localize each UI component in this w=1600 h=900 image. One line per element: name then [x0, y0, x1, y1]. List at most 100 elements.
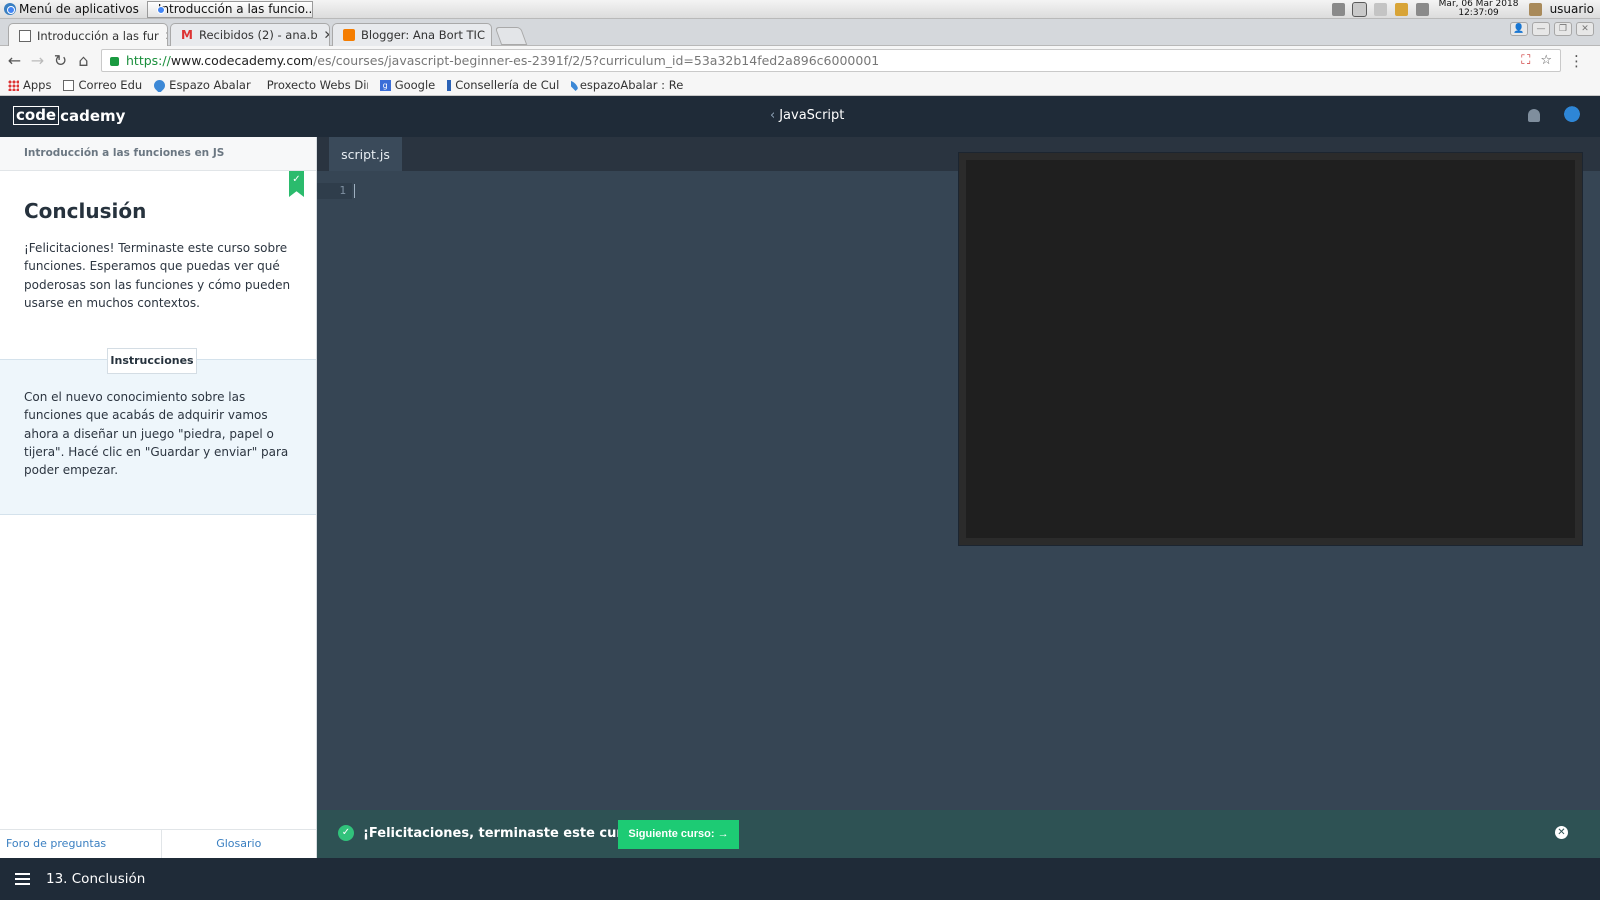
browser-tab-3[interactable]: Blogger: Ana Bort TIC ✕: [332, 23, 492, 46]
close-tab-icon[interactable]: ✕: [491, 28, 492, 42]
profile-icon[interactable]: 👤: [1510, 22, 1528, 36]
browser-tab-title: Introducción a las fur: [37, 28, 159, 43]
drop-icon: [154, 78, 168, 92]
applications-menu-label: Menú de aplicativos: [19, 2, 139, 16]
lesson-title: Conclusión: [24, 199, 147, 223]
bookmark-label: Consellería de Cul: [455, 78, 560, 92]
text-caret[interactable]: [354, 184, 355, 198]
translate-icon[interactable]: ⛶: [1521, 53, 1530, 68]
clock[interactable]: Mar, 06 Mar 2018 12:37:09: [1437, 0, 1521, 18]
bookmark-proxecto-webs[interactable]: Proxecto Webs Dir: [263, 78, 368, 92]
taskbar-window-label: Introducción a las funcio...: [157, 2, 313, 16]
browser-tab-title: Recibidos (2) - ana.b: [199, 28, 318, 42]
gmail-icon: M: [181, 28, 193, 42]
forward-icon[interactable]: →: [26, 51, 49, 70]
course-name: Introducción a las funciones en JS: [0, 137, 316, 171]
distro-logo-icon: [4, 3, 16, 15]
page-icon: [63, 79, 75, 91]
codecademy-logo[interactable]: code cademy: [13, 106, 125, 125]
browser-tab-1[interactable]: Introducción a las fur ✕: [8, 23, 168, 47]
new-tab-button[interactable]: [494, 27, 528, 45]
instructions-body: Con el nuevo conocimiento sobre las func…: [24, 390, 289, 478]
drop-icon: [571, 79, 580, 91]
back-icon[interactable]: ←: [3, 51, 26, 70]
browser-tab-title: Blogger: Ana Bort TIC: [361, 28, 485, 42]
bookmark-google[interactable]: g Google: [379, 78, 436, 92]
user-avatar-icon[interactable]: [1562, 106, 1582, 124]
hamburger-menu-icon[interactable]: [15, 873, 30, 885]
file-tab-script-js[interactable]: script.js: [329, 137, 402, 171]
bookmark-label: Correo Edu: [78, 78, 143, 92]
browser-tab-2[interactable]: M Recibidos (2) - ana.b ✕: [170, 23, 330, 46]
close-tab-icon[interactable]: ✕: [324, 28, 329, 42]
apps-grid-icon: [8, 79, 19, 91]
system-tray: Mar, 06 Mar 2018 12:37:09 usuario: [1331, 0, 1600, 19]
bookmark-label: Apps: [23, 78, 52, 92]
browser-menu-icon[interactable]: ⋮: [1569, 52, 1584, 70]
user-name[interactable]: usuario: [1550, 2, 1594, 16]
bookmark-star-icon[interactable]: ☆: [1540, 53, 1552, 68]
os-taskbar: Menú de aplicativos Introducción a las f…: [0, 0, 1600, 19]
bookmark-label: Google: [394, 78, 436, 92]
codecademy-header: code cademy ‹ JavaScript: [0, 96, 1600, 137]
home-icon[interactable]: ⌂: [72, 51, 95, 70]
instructions-label: Instrucciones: [107, 348, 197, 374]
network-icon[interactable]: [1331, 2, 1345, 16]
bookmark-espazo-abalar[interactable]: Espazo Abalar: [154, 78, 251, 92]
taskbar-window-button[interactable]: Introducción a las funcio...: [146, 0, 313, 18]
url-host: www.codecademy.com: [170, 53, 314, 68]
document-icon: [19, 29, 31, 42]
browser-tab-strip: Introducción a las fur ✕ M Recibidos (2)…: [0, 19, 1600, 47]
bookmark-espazoabalar-re[interactable]: espazoAbalar : Re: [571, 78, 683, 92]
lesson-body: ¡Felicitaciones! Terminaste este curso s…: [24, 241, 291, 310]
success-message: ¡Felicitaciones, terminaste este curso!: [363, 826, 646, 841]
url-scheme: https://: [126, 53, 171, 68]
bookmark-correo-edu[interactable]: Correo Edu: [63, 78, 142, 92]
maximize-icon[interactable]: ❐: [1554, 22, 1572, 36]
bookmark-label: Espazo Abalar: [169, 78, 251, 92]
code-editor-area: script.js 1 ✓ ¡Felicitaciones, terminast…: [317, 137, 1600, 858]
logo-code: code: [13, 106, 60, 125]
window-list-icon[interactable]: [1351, 1, 1367, 17]
bookmark-label: espazoAbalar : Re: [579, 78, 684, 92]
reload-icon[interactable]: ↻: [49, 51, 72, 70]
blogger-icon: [343, 29, 355, 41]
glossary-link[interactable]: Glosario: [162, 830, 317, 858]
breadcrumb-label: JavaScript: [779, 108, 845, 123]
weather-icon[interactable]: [1394, 2, 1408, 16]
close-tab-icon[interactable]: ✕: [165, 29, 167, 43]
user-icon: [1528, 2, 1542, 16]
check-circle-icon: ✓: [338, 825, 354, 841]
display-icon[interactable]: [1373, 2, 1387, 16]
address-bar[interactable]: https:// www.codecademy.com /es/courses/…: [101, 49, 1561, 72]
instructions-section: Instrucciones Con el nuevo conocimiento …: [0, 348, 316, 515]
notifications-bell-icon[interactable]: [1528, 109, 1540, 122]
bookmark-label: Proxecto Webs Dir: [266, 78, 368, 92]
applications-menu-button[interactable]: Menú de aplicativos: [0, 0, 143, 19]
lock-icon: [110, 57, 119, 66]
close-window-icon[interactable]: ✕: [1576, 22, 1594, 36]
minimize-icon[interactable]: —: [1532, 22, 1550, 36]
chevron-left-icon: ‹: [770, 108, 776, 123]
window-controls: 👤 — ❐ ✕: [1510, 22, 1594, 36]
bookmark-conselleria[interactable]: Consellería de Cul: [447, 78, 559, 92]
volume-icon[interactable]: [1415, 2, 1429, 16]
logo-cademy: cademy: [60, 106, 126, 125]
close-banner-icon[interactable]: ✕: [1555, 826, 1568, 839]
bookmark-apps[interactable]: Apps: [8, 78, 51, 92]
next-course-button[interactable]: Siguiente curso: →: [618, 820, 739, 849]
line-number: 1: [317, 183, 352, 199]
bookmarks-bar: Apps Correo Edu Espazo Abalar Proxecto W…: [0, 75, 1600, 96]
browser-toolbar: ← → ↻ ⌂ https:// www.codecademy.com /es/…: [0, 46, 1600, 75]
course-breadcrumb[interactable]: ‹ JavaScript: [770, 108, 844, 123]
google-icon: g: [379, 79, 391, 91]
bottom-nav-bar: 13. Conclusión: [0, 858, 1600, 900]
lesson-footer: Foro de preguntas frecuentes Glosario: [0, 829, 317, 878]
current-lesson-label[interactable]: 13. Conclusión: [46, 871, 145, 887]
output-console[interactable]: [966, 160, 1575, 538]
faq-forum-link[interactable]: Foro de preguntas frecuentes: [0, 830, 162, 878]
output-panel: [958, 152, 1583, 546]
lesson-panel: Introducción a las funciones en JS ✓ Con…: [0, 137, 317, 878]
url-path: /es/courses/javascript-beginner-es-2391f…: [313, 53, 880, 68]
success-banner: ✓ ¡Felicitaciones, terminaste este curso…: [317, 810, 1600, 858]
